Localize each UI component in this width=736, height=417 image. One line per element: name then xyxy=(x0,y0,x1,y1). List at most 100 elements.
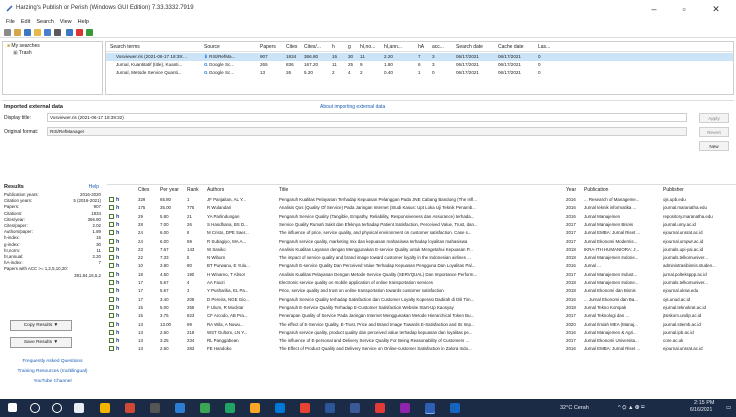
apply-button[interactable]: Apply xyxy=(699,113,729,123)
col-cites-year[interactable]: Cites/... xyxy=(304,42,321,52)
row-checkbox[interactable] xyxy=(109,271,114,277)
import-icon[interactable] xyxy=(44,29,51,36)
row-checkbox[interactable] xyxy=(109,304,114,310)
row-checkbox[interactable] xyxy=(109,346,114,352)
files-icon[interactable] xyxy=(250,403,260,413)
col-acc[interactable]: acc... xyxy=(432,42,444,52)
minimize-button[interactable]: – xyxy=(640,3,668,15)
col-cites[interactable]: Cites xyxy=(286,42,297,52)
col-title[interactable]: Title xyxy=(279,185,288,195)
store-icon[interactable] xyxy=(100,403,110,413)
training-link[interactable]: Training Resources (multilingual) xyxy=(4,369,101,374)
table-row[interactable]: h 15 5.00 259 F Ulum, R Mucktar Pengaruh E-Se… xyxy=(107,304,736,312)
table-row[interactable]: h 17 3.40 208 D Pereira, NGE Gio... Pengaruh … xyxy=(107,296,736,304)
faq-link[interactable]: Frequently Asked Questions xyxy=(4,359,101,364)
maps-icon[interactable] xyxy=(200,403,210,413)
row-checkbox[interactable] xyxy=(109,238,114,244)
office-icon[interactable] xyxy=(125,403,135,413)
col-authors[interactable]: Authors xyxy=(207,185,224,195)
word-icon[interactable] xyxy=(325,403,335,413)
tree-item-trash[interactable]: ▣ Trash xyxy=(13,50,32,57)
col-search-terms[interactable]: Search terms xyxy=(110,42,140,52)
excel-icon[interactable] xyxy=(450,403,460,413)
menu-search[interactable]: Search xyxy=(36,18,53,27)
search-icon[interactable] xyxy=(30,403,40,413)
table-row[interactable]: h 13 2.60 283 FE Handoko The Effect of Produc… xyxy=(107,345,736,353)
row-checkbox[interactable] xyxy=(109,263,114,269)
col-per-year[interactable]: Per year xyxy=(160,185,179,195)
table-row[interactable]: h 13 2.60 218 WST Gultom, LN Y... Pengaruh se… xyxy=(107,329,736,337)
save-results-button[interactable]: Save Results ▼ xyxy=(10,337,72,348)
col-h[interactable]: h xyxy=(332,42,335,52)
chrome-icon[interactable] xyxy=(300,403,310,413)
row-checkbox[interactable] xyxy=(109,288,114,294)
col-papers[interactable]: Papers xyxy=(260,42,276,52)
open-folder-icon[interactable] xyxy=(34,29,41,36)
youtube-link[interactable]: YouTube Channel xyxy=(4,379,101,384)
tree-item-my-searches[interactable]: ■ My searches xyxy=(7,43,40,50)
clock-time[interactable]: 2:15 PM xyxy=(694,400,714,407)
clock-date[interactable]: 6/16/2021 xyxy=(690,407,712,414)
menu-view[interactable]: View xyxy=(60,18,72,27)
col-publisher[interactable]: Publisher xyxy=(663,185,684,195)
export-icon[interactable] xyxy=(54,29,61,36)
col-g[interactable]: g xyxy=(348,42,351,52)
sheets-icon[interactable] xyxy=(225,403,235,413)
calculator-icon[interactable] xyxy=(150,403,160,413)
row-checkbox[interactable] xyxy=(109,280,114,285)
col-last[interactable]: Las... xyxy=(538,42,550,52)
col-hi-annual[interactable]: hI,ann... xyxy=(384,42,402,52)
copy-results-button[interactable]: Copy Results ▼ xyxy=(10,320,72,331)
col-ha[interactable]: hA xyxy=(418,42,424,52)
edge-icon[interactable] xyxy=(275,403,285,413)
menu-help[interactable]: Help xyxy=(78,18,89,27)
table-row[interactable]: h 15 3.75 823 CF Arcodo, AB Pra... Penerapan … xyxy=(107,312,736,320)
refresh-icon[interactable] xyxy=(86,29,93,36)
table-row[interactable]: h 28 7.00 26 S Handhana, BS D... Service Qual… xyxy=(107,221,736,229)
folder-icon[interactable] xyxy=(14,29,21,36)
col-year[interactable]: Year xyxy=(566,185,576,195)
display-title-input[interactable]: Vosviewer.ris (2021-06-17 18:39:32) xyxy=(47,113,687,122)
row-checkbox[interactable] xyxy=(109,221,114,227)
row-checkbox[interactable] xyxy=(109,321,114,327)
row-checkbox[interactable] xyxy=(109,296,114,302)
table-row[interactable]: h 17 5.67 4 AA Fauzi Electronic service quali… xyxy=(107,279,736,287)
row-checkbox[interactable] xyxy=(109,313,114,319)
search-row[interactable]: Jurnal, Metode Service Quanti... G Google… xyxy=(106,69,733,77)
close-button[interactable]: ✕ xyxy=(702,3,730,15)
row-checkbox[interactable] xyxy=(109,230,114,236)
row-checkbox[interactable] xyxy=(109,255,114,261)
task-view-icon[interactable] xyxy=(74,403,84,413)
new-button[interactable]: New xyxy=(699,141,729,151)
table-row[interactable]: h 10 3.80 80 BT Purwanu, E Yulu... Pengaruh E… xyxy=(107,262,736,270)
notification-icon[interactable]: ▭ xyxy=(726,403,731,413)
row-checkbox[interactable] xyxy=(109,329,114,335)
col-cites[interactable]: Cites xyxy=(138,185,149,195)
col-source[interactable]: Source xyxy=(204,42,220,52)
save-icon[interactable] xyxy=(4,29,11,36)
pdf-icon[interactable] xyxy=(375,403,385,413)
cortana-icon[interactable] xyxy=(52,403,62,413)
table-row[interactable]: h 329 65.80 1 JF Panjaitan, AL Y... Pengaruh … xyxy=(107,196,736,204)
col-cache-date[interactable]: Cache date xyxy=(498,42,524,52)
results-help-link[interactable]: Help xyxy=(89,184,99,190)
table-row[interactable]: h 17 5.67 3 Y Pusharika, EL Pa... Price, serv… xyxy=(107,287,736,295)
menu-file[interactable]: File xyxy=(6,18,15,27)
col-search-date[interactable]: Search date xyxy=(456,42,483,52)
col-rank[interactable]: Rank xyxy=(187,185,199,195)
search-row[interactable]: Vosviewer.ris (2021-06-17 18:39:... ⬇ RIS… xyxy=(106,53,733,61)
revert-button[interactable]: Revert xyxy=(699,127,729,137)
system-tray-icons[interactable]: ^ ⛭ ▲ ◍ ✉ xyxy=(618,403,645,413)
app-icon-2[interactable] xyxy=(350,403,360,413)
new-search-icon[interactable] xyxy=(24,29,31,36)
col-hi-norm[interactable]: hI,no... xyxy=(360,42,375,52)
table-row[interactable]: h 13 13.00 99 RA Wila, A Nuwu... The effect o… xyxy=(107,321,736,329)
mail-icon[interactable] xyxy=(175,403,185,413)
onenote-icon[interactable] xyxy=(400,403,410,413)
table-row[interactable]: h 23 7.67 143 W Sasiko Analisis Kualitas Laya… xyxy=(107,246,736,254)
copy-icon[interactable] xyxy=(66,29,73,36)
table-row[interactable]: h 18 4.50 190 H Winarno, T Absor Analisis Kua… xyxy=(107,271,736,279)
table-row[interactable]: h 29 5.80 21 YA Parlindungan Pengaruh Service… xyxy=(107,213,736,221)
about-import-link[interactable]: About importing external data xyxy=(320,104,385,110)
weather-status[interactable]: 32°C Cerah xyxy=(560,403,589,413)
